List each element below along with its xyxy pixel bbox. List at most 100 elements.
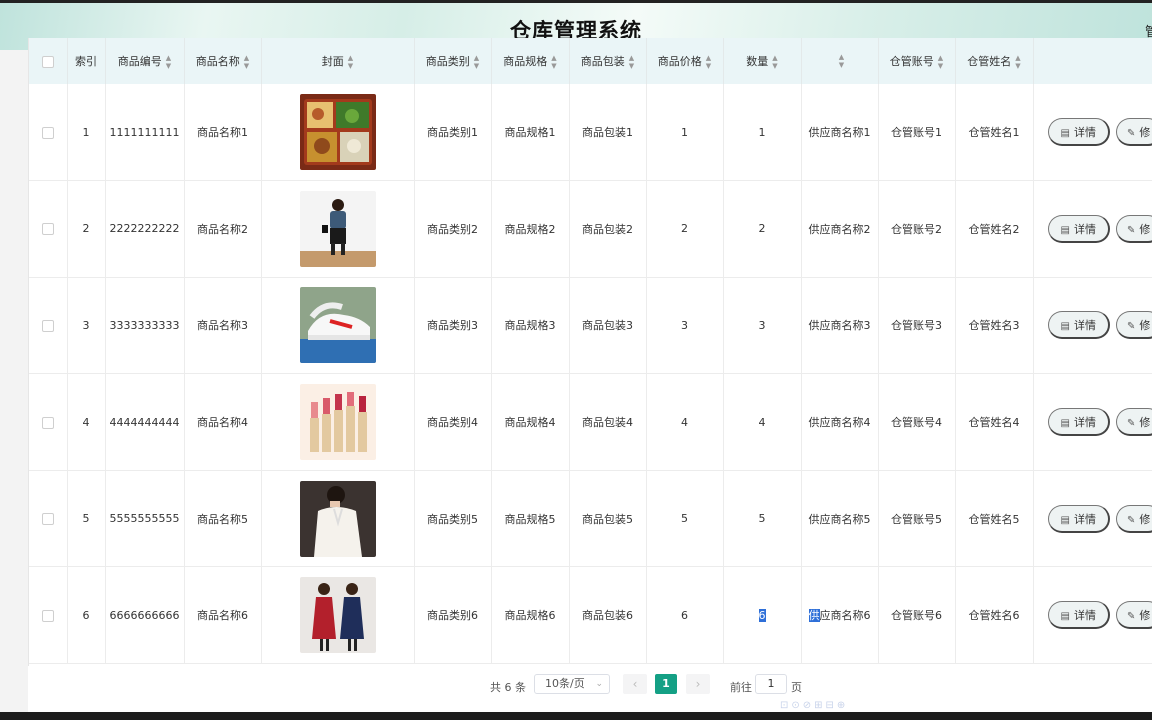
detail-button[interactable]: ▤ 详情	[1047, 214, 1110, 243]
goto-label: 前往	[730, 681, 752, 694]
row-select[interactable]	[29, 84, 68, 182]
supplier-rest: 应商名称6	[819, 609, 871, 623]
sort-icon[interactable]: ▲ ▼	[629, 54, 634, 70]
header-supplier[interactable]: ▲ ▼	[801, 38, 879, 84]
table-row[interactable]: 5 5555555555 商品名称5 商品类别5 商品规格5 商品包装5 5 5 供应商名称5 仓…	[29, 470, 1152, 568]
row-select[interactable]	[29, 470, 68, 568]
detail-button[interactable]: ▤ 详情	[1047, 311, 1110, 340]
price-cell: 1	[646, 84, 724, 182]
header-account[interactable]: 仓管账号 ▲ ▼	[878, 38, 956, 84]
header-code[interactable]: 商品编号 ▲ ▼	[105, 38, 185, 84]
actions-cell: ▤ 详情 ✎ 修	[1033, 180, 1152, 278]
chevron-down-icon: ⌄	[595, 679, 603, 689]
package-cell: 商品包装4	[569, 373, 647, 471]
price-cell: 3	[646, 277, 724, 375]
header-spec[interactable]: 商品规格 ▲ ▼	[491, 38, 570, 84]
sort-icon[interactable]: ▲ ▼	[244, 54, 249, 70]
sneaker-image[interactable]	[299, 287, 376, 364]
prev-page-button[interactable]: ‹	[623, 674, 647, 694]
table-row[interactable]: 2 2222222222 商品名称2 商品类别2 商品规格2 商品包装2 2 2 供应商名称2 仓…	[29, 180, 1152, 278]
goto-page-input[interactable]: 1	[755, 674, 787, 694]
header-cover[interactable]: 封面 ▲ ▼	[261, 38, 415, 84]
select-all-checkbox[interactable]	[41, 55, 54, 68]
page-size-select[interactable]: 10条/页 ⌄	[534, 674, 610, 694]
actions-cell: ▤ 详情 ✎ 修	[1033, 84, 1152, 182]
row-checkbox[interactable]	[41, 126, 54, 139]
quantity-cell: 1	[723, 84, 802, 182]
category-cell: 商品类别2	[414, 180, 492, 278]
cover-cell	[261, 470, 415, 568]
sort-icon[interactable]: ▲ ▼	[348, 54, 353, 70]
next-page-button[interactable]: ›	[686, 674, 710, 694]
dresses-image[interactable]	[299, 577, 376, 654]
pagination: 共 6 条 10条/页 ⌄ ‹ 1 › 前往 1 页	[0, 674, 1152, 696]
header-category[interactable]: 商品类别 ▲ ▼	[414, 38, 492, 84]
sort-icon[interactable]: ▲ ▼	[706, 54, 711, 70]
header-price[interactable]: 商品价格 ▲ ▼	[646, 38, 724, 84]
table-row[interactable]: 3 3333333333 商品名称3 商品类别3 商品规格3 商品包装3 3 3 供应商名称3 仓…	[29, 277, 1152, 375]
quantity-value: 6	[758, 608, 766, 622]
name-cell: 商品名称6	[184, 566, 262, 665]
spec-cell: 商品规格3	[491, 277, 570, 375]
row-select[interactable]	[29, 180, 68, 278]
row-select[interactable]	[29, 373, 68, 471]
sort-icon[interactable]: ▲ ▼	[474, 54, 479, 70]
supplier-cell: 供应商名称2	[801, 180, 879, 278]
sidebar-edge	[0, 50, 28, 720]
edit-button[interactable]: ✎ 修	[1115, 504, 1152, 533]
detail-button[interactable]: ▤ 详情	[1047, 408, 1110, 437]
package-cell: 商品包装3	[569, 277, 647, 375]
pencil-icon: ✎	[1126, 224, 1136, 236]
blouse-image[interactable]	[299, 480, 376, 557]
lipstick-image[interactable]	[299, 384, 376, 461]
row-select[interactable]	[29, 566, 68, 665]
sort-icon[interactable]: ▲ ▼	[1015, 54, 1020, 70]
edit-button[interactable]: ✎ 修	[1115, 408, 1152, 437]
price-cell: 6	[646, 566, 724, 665]
spec-cell: 商品规格4	[491, 373, 570, 471]
keeper-cell: 仓管姓名1	[955, 84, 1034, 182]
row-checkbox[interactable]	[41, 609, 54, 622]
detail-button[interactable]: ▤ 详情	[1047, 601, 1110, 630]
package-cell: 商品包装5	[569, 470, 647, 568]
table-row[interactable]: 4 4444444444 商品名称4 商品类别4 商品规格4 商品包装4 4 4 供应商名称4 仓…	[29, 373, 1152, 471]
header-name[interactable]: 商品名称 ▲ ▼	[184, 38, 262, 84]
edit-button[interactable]: ✎ 修	[1115, 601, 1152, 630]
keeper-cell: 仓管姓名3	[955, 277, 1034, 375]
detail-button[interactable]: ▤ 详情	[1047, 118, 1110, 147]
header-quantity[interactable]: 数量 ▲ ▼	[723, 38, 802, 84]
fashion-model-image[interactable]	[299, 190, 376, 267]
row-checkbox[interactable]	[41, 319, 54, 332]
quantity-value: 4	[758, 415, 766, 429]
quantity-value: 5	[758, 512, 766, 526]
header-package[interactable]: 商品包装 ▲ ▼	[569, 38, 647, 84]
quantity-cell: 6	[723, 566, 802, 665]
header-keeper[interactable]: 仓管姓名 ▲ ▼	[955, 38, 1034, 84]
row-select[interactable]	[29, 277, 68, 375]
row-checkbox[interactable]	[41, 416, 54, 429]
document-icon: ▤	[1060, 611, 1070, 623]
sort-icon[interactable]: ▲ ▼	[938, 54, 943, 70]
code-cell: 6666666666	[105, 566, 185, 665]
row-checkbox[interactable]	[41, 223, 54, 236]
edit-button[interactable]: ✎ 修	[1115, 214, 1152, 243]
detail-button[interactable]: ▤ 详情	[1047, 504, 1110, 533]
edit-button[interactable]: ✎ 修	[1115, 118, 1152, 147]
table-row[interactable]: 1 1111111111 商品名称1 商品类别1 商品规格1 商品包装1 1 1 供应商名称1 仓…	[29, 84, 1152, 182]
quantity-cell: 3	[723, 277, 802, 375]
document-icon: ▤	[1060, 224, 1070, 236]
page-number-1[interactable]: 1	[655, 674, 677, 694]
document-icon: ▤	[1060, 128, 1070, 140]
sort-icon[interactable]: ▲ ▼	[551, 54, 556, 70]
header-select-all[interactable]	[29, 38, 68, 84]
sort-icon[interactable]: ▲ ▼	[772, 54, 777, 70]
table-row[interactable]: 6 6666666666 商品名称6 商品类别6 商品规格6 商品包装6 6 6 供应商名称6 仓…	[29, 566, 1152, 665]
food-tray-image[interactable]	[299, 94, 376, 171]
pencil-icon: ✎	[1126, 321, 1136, 333]
edit-button[interactable]: ✎ 修	[1115, 311, 1152, 340]
sort-icon[interactable]: ▲ ▼	[839, 53, 844, 69]
index-cell: 1	[67, 84, 106, 182]
document-icon: ▤	[1060, 514, 1070, 526]
row-checkbox[interactable]	[41, 513, 54, 526]
sort-icon[interactable]: ▲ ▼	[166, 54, 171, 70]
